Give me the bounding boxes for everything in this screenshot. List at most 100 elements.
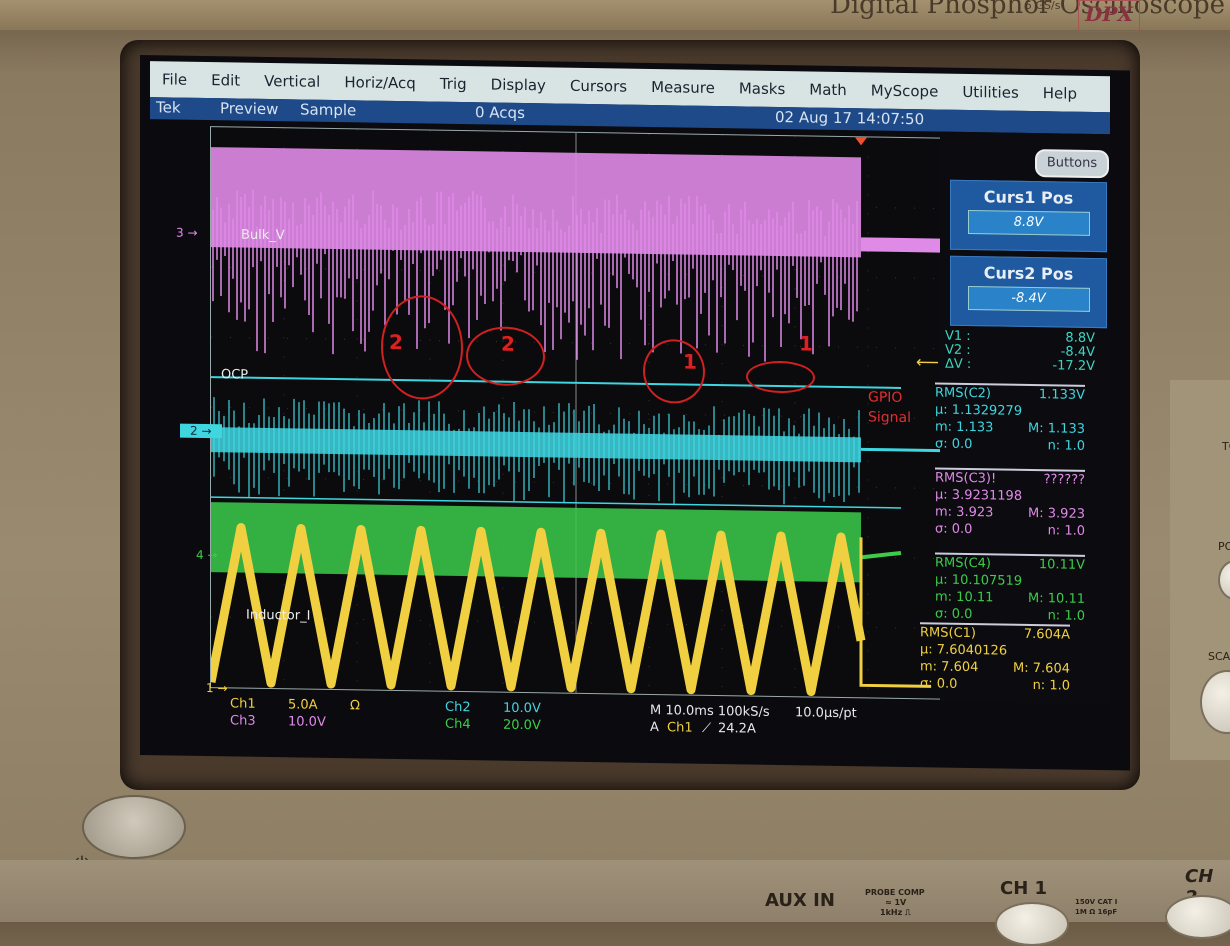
meas-n: n: 1.0 — [1047, 608, 1085, 624]
curs1-pos-panel[interactable]: Curs1 Pos 8.8V — [950, 179, 1107, 253]
menu-file[interactable]: File — [150, 70, 199, 89]
ch2-ground-marker[interactable]: 2 → — [180, 423, 222, 439]
ch1-termination-icon: Ω — [350, 698, 360, 714]
curs2-pos-title: Curs2 Pos — [983, 263, 1074, 284]
ch4-ground-marker[interactable]: 4 → — [196, 548, 218, 562]
ch4-label[interactable]: Ch4 — [445, 717, 471, 732]
menu-edit[interactable]: Edit — [199, 71, 252, 90]
input-rating-label: 150V CAT I — [1075, 898, 1118, 906]
trigger-source[interactable]: Ch1 — [667, 720, 693, 735]
ch1-scale[interactable]: 5.0A — [288, 697, 318, 712]
menu-masks[interactable]: Masks — [727, 79, 797, 98]
measurement-rms-c3[interactable]: RMS(C3)!?????? μ: 3.9231198 m: 3.923 M: 3… — [935, 467, 1085, 540]
ch4-scale[interactable]: 20.0V — [503, 718, 541, 734]
input-impedance-label: 1M Ω 16pF — [1075, 908, 1118, 916]
meas-max: M: 1.133 — [1028, 420, 1085, 437]
meas-mean: 1.1329279 — [951, 402, 1023, 419]
meas-n: n: 1.0 — [1047, 438, 1085, 454]
meas-title: RMS(C2) — [935, 385, 991, 402]
meas-mean-label: μ: — [935, 402, 948, 418]
inductor-i-trace-label: Inductor_I — [246, 607, 311, 624]
meas-max: M: 10.11 — [1028, 590, 1085, 607]
measurement-rms-c4[interactable]: RMS(C4) 10.11V μ: 10.107519 m: 10.11 M: 10… — [935, 552, 1085, 625]
meas-title: RMS(C4) — [935, 555, 991, 572]
meas-sigma: σ: 0.0 — [920, 676, 958, 692]
curs2-pos-value[interactable]: -8.4V — [967, 285, 1090, 312]
menu-myscope[interactable]: MyScope — [859, 81, 951, 100]
annotation-label-1b: 1 — [799, 331, 813, 356]
meas-sigma: σ: 0.0 — [935, 606, 973, 623]
meas-value: 10.11V — [1038, 557, 1085, 573]
scale-knob[interactable] — [1200, 670, 1230, 734]
meas-min: m: 3.923 — [935, 504, 994, 521]
ch2-label[interactable]: Ch2 — [445, 700, 471, 715]
meas-min: m: 10.11 — [935, 589, 994, 606]
side-label-touch: TO — [1222, 440, 1230, 453]
meas-mean-label: μ: — [935, 572, 948, 588]
ch3-marker-number: 3 — [176, 225, 184, 240]
ch2-bnc-connector[interactable] — [1165, 895, 1230, 939]
annotation-label-2b: 2 — [501, 331, 515, 356]
annotation-label-1a: 1 — [683, 349, 697, 374]
ch1-input-label: CH 1 — [1000, 878, 1048, 899]
meas-min: m: 7.604 — [920, 659, 979, 676]
menu-display[interactable]: Display — [479, 75, 558, 95]
meas-mean: 7.6040126 — [936, 642, 1008, 659]
acquisition-mode: Sample — [300, 100, 357, 120]
ocp-trace-label: OCP — [221, 367, 249, 383]
trigger-slope-icon: ⟋ — [702, 720, 712, 736]
meas-sigma: σ: 0.0 — [935, 436, 973, 453]
delta-v-label: ΔV : — [945, 356, 972, 373]
position-knob[interactable] — [1218, 560, 1230, 600]
meas-max: M: 3.923 — [1028, 505, 1085, 522]
ch2-marker-number: 2 — [190, 423, 198, 438]
probe-comp-frequency: 1kHz ⎍ — [880, 908, 911, 917]
resolution-readout: 10.0μs/pt — [795, 705, 857, 722]
menu-utilities[interactable]: Utilities — [950, 83, 1030, 102]
cursor-readout: V1 :8.8V V2 : -8.4V ΔV : -17.2V — [945, 329, 1095, 374]
side-label-scale: SCA — [1208, 650, 1230, 663]
ch2-scale[interactable]: 10.0V — [503, 701, 541, 717]
meas-value: ?????? — [1043, 472, 1085, 488]
waveform-graticule[interactable]: Bulk_V OCP Inductor_I 2 2 1 1 GPIO Signa… — [210, 126, 942, 700]
annotation-label-2a: 2 — [389, 329, 403, 355]
menu-measure[interactable]: Measure — [639, 78, 727, 97]
curs2-pos-panel[interactable]: Curs2 Pos -8.4V — [950, 255, 1107, 329]
instrument-top-bezel: Digital Phosphor Oscilloscope 5 GS/s DPX — [0, 0, 1230, 32]
ch3-waveform-after-stop — [861, 237, 941, 253]
front-panel-inputs: AUX IN PROBE COMP ≈ 1V 1kHz ⎍ CH 1 150V … — [0, 860, 1230, 946]
curs1-pos-title: Curs1 Pos — [983, 187, 1074, 208]
cursor-arrow-icon[interactable]: ⟵ — [916, 352, 939, 371]
ch3-scale[interactable]: 10.0V — [288, 714, 326, 730]
meas-mean-label: μ: — [935, 487, 948, 503]
meas-mean-label: μ: — [920, 642, 933, 658]
ch3-label[interactable]: Ch3 — [230, 713, 256, 728]
timebase-readout[interactable]: M 10.0ms 100kS/s — [650, 703, 770, 720]
ch1-bnc-connector[interactable] — [995, 902, 1069, 946]
ch1-marker-number: 1 — [206, 681, 214, 696]
cursor-readout-delta: ΔV : -17.2V — [945, 356, 1095, 374]
buttons-button[interactable]: Buttons — [1035, 149, 1109, 179]
menu-cursors[interactable]: Cursors — [558, 77, 639, 96]
meas-n: n: 1.0 — [1032, 678, 1070, 694]
menu-vertical[interactable]: Vertical — [252, 72, 332, 91]
meas-max: M: 7.604 — [1013, 660, 1070, 677]
meas-mean: 10.107519 — [951, 572, 1023, 589]
meas-sigma: σ: 0.0 — [935, 521, 973, 538]
ch1-ground-marker[interactable]: 1 → — [206, 681, 228, 695]
measurement-rms-c2[interactable]: RMS(C2) 1.133V μ: 1.1329279 m: 1.133 M: 1.… — [935, 382, 1085, 455]
menu-math[interactable]: Math — [797, 80, 859, 100]
trigger-level[interactable]: 24.2A — [718, 721, 756, 737]
menu-trig[interactable]: Trig — [428, 75, 479, 94]
meas-title: RMS(C3)! — [935, 470, 997, 487]
date-time: 02 Aug 17 14:07:50 — [775, 107, 925, 129]
curs1-pos-value[interactable]: 8.8V — [967, 209, 1090, 236]
menu-horiz-acq[interactable]: Horiz/Acq — [332, 73, 427, 92]
measurement-rms-c1[interactable]: RMS(C1) 7.604A μ: 7.6040126 m: 7.604 M: 7.… — [920, 622, 1070, 695]
ch3-ground-marker[interactable]: 3 → — [176, 226, 198, 240]
ch1-label[interactable]: Ch1 — [230, 696, 256, 711]
menu-help[interactable]: Help — [1031, 84, 1089, 103]
tek-label: Tek — [156, 98, 181, 117]
probe-comp-label: PROBE COMP — [865, 888, 925, 897]
power-button[interactable] — [82, 795, 186, 859]
